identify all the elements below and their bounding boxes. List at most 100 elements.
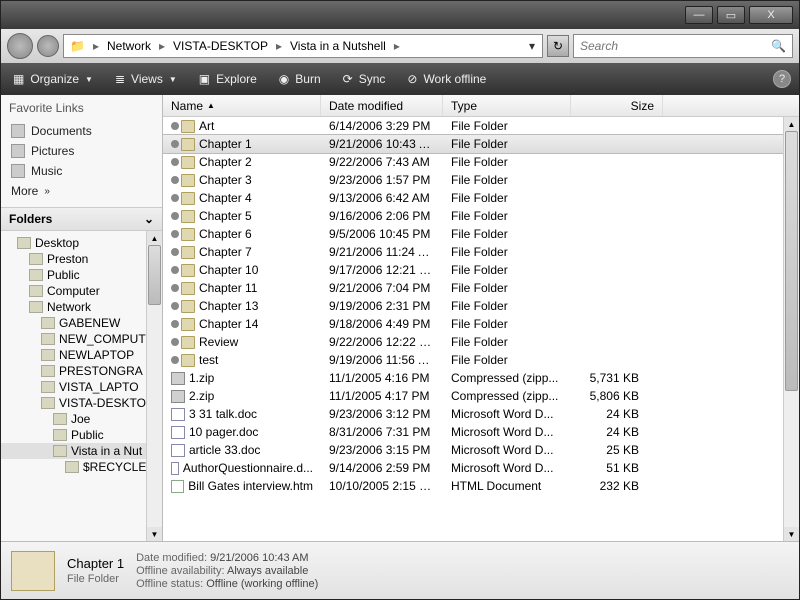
column-date[interactable]: Date modified [321, 95, 443, 116]
file-list-pane: Name▲ Date modified Type Size ▲ ▼ Art6/1… [163, 95, 799, 541]
sync-button[interactable]: ⟳Sync [339, 70, 390, 88]
scroll-up-icon[interactable]: ▲ [784, 117, 799, 131]
burn-icon: ◉ [279, 72, 289, 86]
file-date: 9/23/2006 3:15 PM [321, 443, 443, 457]
pictures-link[interactable]: Pictures [9, 141, 154, 161]
organize-button[interactable]: ▦Organize▼ [9, 70, 97, 88]
file-type: File Folder [443, 245, 571, 259]
sync-icon [171, 356, 179, 364]
chevron-right-icon: ▸ [155, 39, 169, 53]
folder-tree: ▲ ▼ DesktopPrestonPublicComputerNetworkG… [1, 231, 162, 541]
file-name: Chapter 2 [199, 155, 252, 169]
file-row[interactable]: Chapter 79/21/2006 11:24 AMFile Folder [163, 243, 799, 261]
folder-icon [65, 461, 79, 473]
file-type: HTML Document [443, 479, 571, 493]
tree-node[interactable]: VISTA_LAPTO [1, 379, 162, 395]
file-row[interactable]: article 33.doc9/23/2006 3:15 PMMicrosoft… [163, 441, 799, 459]
help-button[interactable]: ? [773, 70, 791, 88]
tree-node[interactable]: Desktop [1, 235, 162, 251]
refresh-button[interactable]: ↻ [547, 35, 569, 57]
tree-node[interactable]: VISTA-DESKTO [1, 395, 162, 411]
file-row[interactable]: test9/19/2006 11:56 AMFile Folder [163, 351, 799, 369]
search-box[interactable]: 🔍 [573, 34, 793, 58]
file-row[interactable]: Chapter 49/13/2006 6:42 AMFile Folder [163, 189, 799, 207]
list-scrollbar[interactable]: ▲ ▼ [783, 117, 799, 541]
breadcrumb-item[interactable]: VISTA-DESKTOP [169, 39, 272, 53]
forward-button[interactable] [37, 35, 59, 57]
column-name[interactable]: Name▲ [163, 95, 321, 116]
file-row[interactable]: AuthorQuestionnaire.d...9/14/2006 2:59 P… [163, 459, 799, 477]
tree-node[interactable]: Public [1, 427, 162, 443]
chevron-right-icon: ▸ [89, 39, 103, 53]
file-row[interactable]: Art6/14/2006 3:29 PMFile Folder [163, 117, 799, 135]
tree-node[interactable]: Computer [1, 283, 162, 299]
file-row[interactable]: Chapter 59/16/2006 2:06 PMFile Folder [163, 207, 799, 225]
close-button[interactable]: X [749, 6, 793, 24]
file-row[interactable]: Chapter 69/5/2006 10:45 PMFile Folder [163, 225, 799, 243]
tree-node[interactable]: GABENEW [1, 315, 162, 331]
file-row[interactable]: 1.zip11/1/2005 4:16 PMCompressed (zipp..… [163, 369, 799, 387]
views-button[interactable]: ≣Views▼ [111, 70, 181, 88]
tree-node[interactable]: Vista in a Nut [1, 443, 162, 459]
documents-link[interactable]: Documents [9, 121, 154, 141]
tree-label: Computer [47, 284, 100, 298]
file-row[interactable]: Chapter 109/17/2006 12:21 PMFile Folder [163, 261, 799, 279]
file-row[interactable]: Chapter 139/19/2006 2:31 PMFile Folder [163, 297, 799, 315]
sync-icon [171, 140, 179, 148]
more-link[interactable]: More » [9, 181, 154, 201]
tree-node[interactable]: NEW_COMPUT [1, 331, 162, 347]
breadcrumb-item[interactable]: Vista in a Nutshell [286, 39, 390, 53]
file-row[interactable]: Review9/22/2006 12:22 PMFile Folder [163, 333, 799, 351]
file-row[interactable]: Chapter 29/22/2006 7:43 AMFile Folder [163, 153, 799, 171]
breadcrumb-dropdown[interactable]: ▾ [524, 39, 540, 53]
scroll-down-icon[interactable]: ▼ [147, 527, 162, 541]
burn-button[interactable]: ◉Burn [275, 70, 325, 88]
breadcrumb-item[interactable]: Network [103, 39, 155, 53]
file-row[interactable]: Chapter 149/18/2006 4:49 PMFile Folder [163, 315, 799, 333]
tree-node[interactable]: Network [1, 299, 162, 315]
tree-node[interactable]: PRESTONGRA [1, 363, 162, 379]
file-row[interactable]: Bill Gates interview.htm10/10/2005 2:15 … [163, 477, 799, 495]
file-date: 9/19/2006 2:31 PM [321, 299, 443, 313]
file-row[interactable]: Chapter 19/21/2006 10:43 AMFile Folder [163, 135, 799, 153]
tree-label: Desktop [35, 236, 79, 250]
search-icon: 🔍 [771, 39, 786, 53]
sync-icon [171, 194, 179, 202]
breadcrumb[interactable]: 📁 ▸ Network ▸ VISTA-DESKTOP ▸ Vista in a… [63, 34, 543, 58]
file-name: Art [199, 119, 214, 133]
folder-icon [53, 429, 67, 441]
explore-button[interactable]: ▣Explore [195, 70, 261, 88]
scroll-up-icon[interactable]: ▲ [147, 231, 162, 245]
scroll-down-icon[interactable]: ▼ [784, 527, 799, 541]
maximize-button[interactable]: ▭ [717, 6, 745, 24]
file-row[interactable]: 10 pager.doc8/31/2006 7:31 PMMicrosoft W… [163, 423, 799, 441]
column-size[interactable]: Size [571, 95, 663, 116]
tree-node[interactable]: Preston [1, 251, 162, 267]
scroll-thumb[interactable] [785, 131, 798, 391]
music-link[interactable]: Music [9, 161, 154, 181]
folder-icon [41, 381, 55, 393]
folder-icon [181, 354, 195, 367]
sync-icon [171, 212, 179, 220]
tree-scrollbar[interactable]: ▲ ▼ [146, 231, 162, 541]
file-date: 9/23/2006 1:57 PM [321, 173, 443, 187]
scroll-thumb[interactable] [148, 245, 161, 305]
folder-icon [181, 318, 195, 331]
tree-node[interactable]: Joe [1, 411, 162, 427]
back-button[interactable] [7, 33, 33, 59]
file-row[interactable]: 2.zip11/1/2005 4:17 PMCompressed (zipp..… [163, 387, 799, 405]
file-row[interactable]: 3 31 talk.doc9/23/2006 3:12 PMMicrosoft … [163, 405, 799, 423]
file-size: 24 KB [571, 407, 647, 421]
column-type[interactable]: Type [443, 95, 571, 116]
tree-node[interactable]: NEWLAPTOP [1, 347, 162, 363]
folders-header[interactable]: Folders⌄ [1, 207, 162, 231]
tree-label: Network [47, 300, 91, 314]
file-type: File Folder [443, 263, 571, 277]
search-input[interactable] [580, 39, 771, 53]
work-offline-button[interactable]: ⊘Work offline [403, 70, 490, 88]
tree-node[interactable]: Public [1, 267, 162, 283]
minimize-button[interactable]: — [685, 6, 713, 24]
file-row[interactable]: Chapter 39/23/2006 1:57 PMFile Folder [163, 171, 799, 189]
tree-node[interactable]: $RECYCLE. [1, 459, 162, 475]
file-row[interactable]: Chapter 119/21/2006 7:04 PMFile Folder [163, 279, 799, 297]
